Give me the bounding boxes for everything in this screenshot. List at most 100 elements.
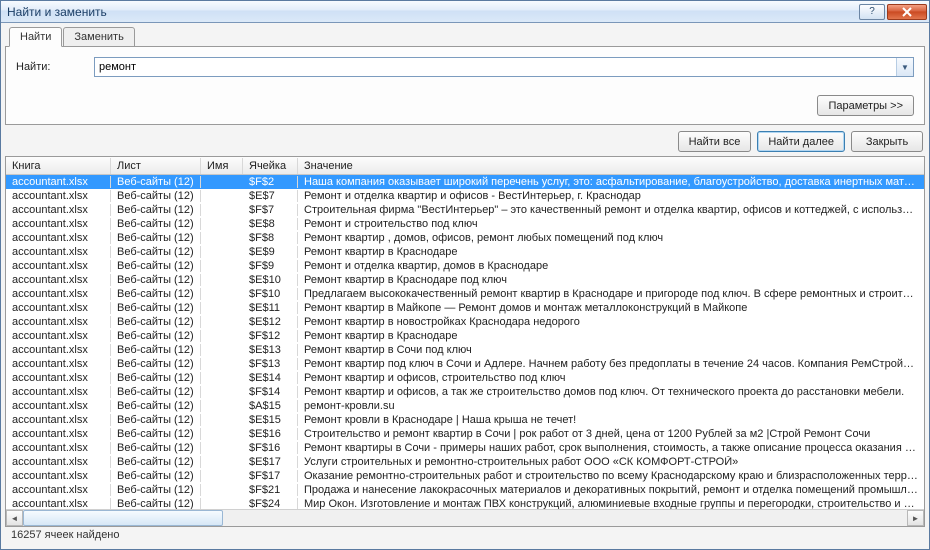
tab-replace[interactable]: Заменить [63, 27, 134, 47]
scroll-track[interactable] [23, 510, 907, 526]
cell: accountant.xlsx [6, 204, 111, 216]
table-row[interactable]: accountant.xlsxВеб-сайты (12)$F$2Наша ко… [6, 175, 924, 189]
table-row[interactable]: accountant.xlsxВеб-сайты (12)$E$10Ремонт… [6, 273, 924, 287]
cell: $E$10 [243, 274, 298, 286]
cell: Ремонт квартир в Краснодаре под ключ [298, 274, 924, 286]
table-row[interactable]: accountant.xlsxВеб-сайты (12) $F$13Ремонт… [6, 357, 924, 371]
cell: $F$7 [243, 204, 298, 216]
table-row[interactable]: accountant.xlsxВеб-сайты (12)$E$16Строит… [6, 427, 924, 441]
find-all-button[interactable]: Найти все [678, 131, 752, 152]
cell: Веб-сайты (12) [111, 288, 201, 300]
status-bar: 16257 ячеек найдено [5, 527, 925, 545]
col-sheet[interactable]: Лист [111, 158, 201, 174]
cell: $F$2 [243, 176, 298, 188]
cell: Веб-сайты (12) [111, 386, 201, 398]
client-area: Найти Заменить Найти: ▼ Параметры >> Най… [1, 23, 929, 549]
find-row: Найти: ▼ [16, 57, 914, 77]
table-row[interactable]: accountant.xlsxВеб-сайты (12)$F$7Строите… [6, 203, 924, 217]
cell: Веб-сайты (12) [111, 456, 201, 468]
cell: Веб-сайты (12) [111, 428, 201, 440]
close-button[interactable]: Закрыть [851, 131, 923, 152]
scroll-thumb[interactable] [23, 510, 223, 526]
cell: Веб-сайты (12) [111, 190, 201, 202]
cell: Веб-сайты (12) [111, 442, 201, 454]
cell: accountant.xlsx [6, 246, 111, 258]
table-row[interactable]: accountant.xlsxВеб-сайты (12)$F$17Оказан… [6, 469, 924, 483]
cell: accountant.xlsx [6, 414, 111, 426]
cell: accountant.xlsx [6, 358, 111, 370]
table-row[interactable]: accountant.xlsxВеб-сайты (12)$E$11Ремонт… [6, 301, 924, 315]
table-row[interactable]: accountant.xlsxВеб-сайты (12)$E$8Ремонт … [6, 217, 924, 231]
table-row[interactable]: accountant.xlsxВеб-сайты (12)$F$8Ремонт … [6, 231, 924, 245]
tab-find[interactable]: Найти [9, 27, 62, 47]
cell: Веб-сайты (12) [111, 302, 201, 314]
col-name[interactable]: Имя [201, 158, 243, 174]
table-row[interactable]: accountant.xlsxВеб-сайты (12)$E$14Ремонт… [6, 371, 924, 385]
cell: Ремонт и отделка квартир и офисов - Вест… [298, 190, 924, 202]
cell: accountant.xlsx [6, 498, 111, 509]
window-title: Найти и заменить [7, 5, 859, 19]
cell: $F$13 [243, 358, 298, 370]
cell: $F$16 [243, 442, 298, 454]
cell: $E$12 [243, 316, 298, 328]
table-row[interactable]: accountant.xlsxВеб-сайты (12)$F$12Ремонт… [6, 329, 924, 343]
cell: Веб-сайты (12) [111, 400, 201, 412]
cell: ремонт-кровли.su [298, 400, 924, 412]
cell: $F$10 [243, 288, 298, 300]
scroll-right-button[interactable]: ► [907, 510, 924, 526]
table-row[interactable]: accountant.xlsxВеб-сайты (12)$F$9Ремонт … [6, 259, 924, 273]
cell: Предлагаем высококачественный ремонт ква… [298, 288, 924, 300]
close-icon [901, 7, 913, 17]
cell: $F$14 [243, 386, 298, 398]
col-book[interactable]: Книга [6, 158, 111, 174]
cell: Ремонт квартир под ключ в Сочи и Адлере.… [298, 358, 924, 370]
cell: accountant.xlsx [6, 372, 111, 384]
find-input[interactable] [95, 58, 896, 76]
close-window-button[interactable] [887, 4, 927, 20]
cell: $F$17 [243, 470, 298, 482]
cell: Веб-сайты (12) [111, 484, 201, 496]
table-row[interactable]: accountant.xlsxВеб-сайты (12) $F$10Предла… [6, 287, 924, 301]
cell: $E$11 [243, 302, 298, 314]
cell: accountant.xlsx [6, 190, 111, 202]
table-row[interactable]: accountant.xlsxВеб-сайты (12)$E$7Ремонт … [6, 189, 924, 203]
find-dropdown-button[interactable]: ▼ [896, 58, 913, 76]
find-next-button[interactable]: Найти далее [757, 131, 845, 152]
find-panel: Найти: ▼ Параметры >> [5, 46, 925, 125]
options-button[interactable]: Параметры >> [817, 95, 914, 116]
cell: accountant.xlsx [6, 316, 111, 328]
table-row[interactable]: accountant.xlsxВеб-сайты (12)$E$15Ремонт… [6, 413, 924, 427]
cell: $F$24 [243, 498, 298, 509]
cell: accountant.xlsx [6, 274, 111, 286]
table-row[interactable]: accountant.xlsxВеб-сайты (12)$F$16Ремонт… [6, 441, 924, 455]
cell: Ремонт и строительство под ключ [298, 218, 924, 230]
cell: Услуги строительных и ремонтно-строитель… [298, 456, 924, 468]
table-row[interactable]: accountant.xlsxВеб-сайты (12)$F$21Продаж… [6, 483, 924, 497]
cell: Веб-сайты (12) [111, 470, 201, 482]
cell: accountant.xlsx [6, 456, 111, 468]
table-row[interactable]: accountant.xlsxВеб-сайты (12)$A$15ремонт… [6, 399, 924, 413]
col-cell[interactable]: Ячейка [243, 158, 298, 174]
table-row[interactable]: accountant.xlsxВеб-сайты (12)$E$12Ремонт… [6, 315, 924, 329]
dialog-window: Найти и заменить ? Найти Заменить Найти:… [0, 0, 930, 550]
cell: Веб-сайты (12) [111, 204, 201, 216]
cell: $F$8 [243, 232, 298, 244]
cell: Веб-сайты (12) [111, 218, 201, 230]
cell: Веб-сайты (12) [111, 260, 201, 272]
help-button[interactable]: ? [859, 4, 885, 20]
table-row[interactable]: accountant.xlsxВеб-сайты (12)$E$13Ремонт… [6, 343, 924, 357]
table-row[interactable]: accountant.xlsxВеб-сайты (12)$E$9Ремонт … [6, 245, 924, 259]
cell: accountant.xlsx [6, 442, 111, 454]
cell: accountant.xlsx [6, 288, 111, 300]
cell: $E$9 [243, 246, 298, 258]
table-row[interactable]: accountant.xlsxВеб-сайты (12)$F$14Ремонт… [6, 385, 924, 399]
cell: Веб-сайты (12) [111, 246, 201, 258]
table-row[interactable]: accountant.xlsxВеб-сайты (12)$F$24Мир Ок… [6, 497, 924, 509]
col-value[interactable]: Значение [298, 158, 924, 174]
cell: Веб-сайты (12) [111, 358, 201, 370]
table-row[interactable]: accountant.xlsxВеб-сайты (12)$E$17Услуги… [6, 455, 924, 469]
horizontal-scrollbar[interactable]: ◄ ► [6, 509, 924, 526]
scroll-left-button[interactable]: ◄ [6, 510, 23, 526]
results-panel: Книга Лист Имя Ячейка Значение accountan… [5, 156, 925, 527]
cell: Веб-сайты (12) [111, 344, 201, 356]
